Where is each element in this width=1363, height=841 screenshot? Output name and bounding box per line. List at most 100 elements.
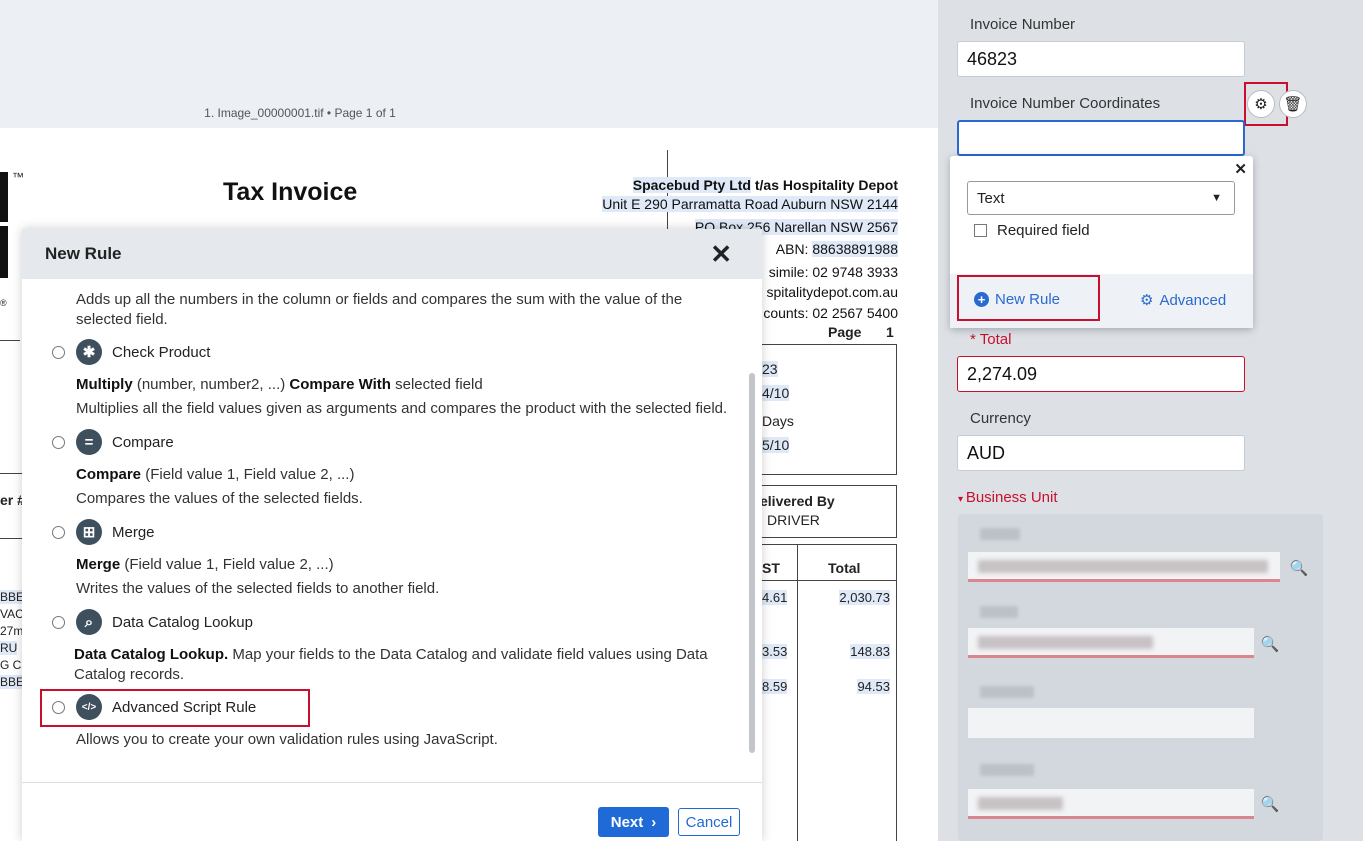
- divider: [667, 150, 668, 240]
- rule: [0, 473, 22, 474]
- rule: [0, 538, 22, 539]
- field-type-select[interactable]: Text ▼: [967, 181, 1235, 215]
- redacted-label: [980, 686, 1034, 698]
- required-label: Required field: [997, 222, 1090, 239]
- rule-description: Allows you to create your own validation…: [76, 731, 498, 748]
- lookup-icon[interactable]: 🔍: [1285, 554, 1313, 582]
- currency-field[interactable]: AUD: [957, 435, 1245, 471]
- redacted-text: [978, 797, 1063, 810]
- registered-mark: ®: [0, 298, 7, 308]
- redacted-field[interactable]: [968, 628, 1254, 658]
- redacted-field[interactable]: [968, 789, 1254, 819]
- left-fragment-row: BBE: [0, 590, 25, 604]
- asterisk-icon: ✱: [76, 339, 102, 365]
- rule-option-merge[interactable]: ⊞ Merge: [52, 519, 155, 545]
- rule-description: Writes the values of the selected fields…: [76, 580, 440, 597]
- caret-down-icon: ▼: [1211, 192, 1222, 204]
- total-label: * Total: [970, 331, 1011, 348]
- left-fragment-row: G C: [0, 658, 22, 672]
- rule: [760, 544, 897, 545]
- rule: [760, 580, 897, 581]
- row2-total: 148.83: [850, 644, 890, 659]
- left-fragment-row: BBE: [0, 675, 25, 689]
- rule-description: Adds up all the numbers in the column or…: [76, 291, 683, 328]
- rule-syntax: Multiply (number, number2, ...) Compare …: [76, 375, 736, 395]
- redacted-field[interactable]: [968, 552, 1280, 582]
- business-unit-toggle[interactable]: ▾ Business Unit: [958, 489, 1058, 506]
- rule: [760, 537, 897, 538]
- invoice-number-partial: 23: [762, 361, 778, 377]
- dialog-footer: Next › Cancel: [22, 782, 762, 841]
- rule-option-data-catalog-lookup[interactable]: ⌕ Data Catalog Lookup: [52, 609, 253, 635]
- scrollbar[interactable]: [749, 373, 755, 753]
- rule-name: Merge: [112, 523, 155, 541]
- rule: [760, 485, 897, 486]
- next-label: Next: [610, 813, 644, 831]
- close-icon[interactable]: ✕: [710, 241, 732, 267]
- rule-name: Compare: [112, 433, 174, 451]
- close-icon[interactable]: ✕: [1234, 160, 1247, 178]
- rule-description: Compares the values of the selected fiel…: [76, 490, 363, 507]
- syntax-keyword: Data Catalog Lookup.: [74, 646, 229, 663]
- total-field[interactable]: 2,274.09: [957, 356, 1245, 392]
- website-line: spitalitydepot.com.au: [766, 284, 898, 300]
- lookup-icon[interactable]: 🔍: [1256, 630, 1284, 658]
- delivered-by-label: elivered By: [760, 493, 835, 509]
- row2-gst: 3.53: [762, 644, 788, 659]
- page-number: 1: [886, 324, 894, 340]
- redacted-field[interactable]: [968, 708, 1254, 738]
- rule-option-check-product[interactable]: ✱ Check Product: [52, 339, 210, 365]
- syntax-args: (number, number2, ...): [132, 376, 290, 393]
- radio-check-product[interactable]: [52, 345, 65, 359]
- radio-data-catalog-lookup[interactable]: [52, 615, 65, 629]
- syntax-keyword: Compare: [76, 466, 142, 483]
- dialog-title: New Rule: [45, 244, 122, 263]
- company-address: Unit E 290 Parramatta Road Auburn NSW 21…: [602, 196, 898, 212]
- rule: [797, 544, 798, 841]
- invoice-number-coordinates-field[interactable]: [957, 120, 1245, 156]
- invoice-title: Tax Invoice: [223, 178, 358, 206]
- trademark-mark: ™: [12, 170, 24, 184]
- fields-panel: Invoice Number 46823 Invoice Number Coor…: [938, 0, 1363, 841]
- rule-name: Check Product: [112, 343, 211, 361]
- delete-icon[interactable]: 🗑: [1279, 90, 1307, 118]
- invoice-number-label: Invoice Number: [970, 16, 1076, 33]
- dialog-header: New Rule ✕: [22, 229, 762, 279]
- required-field-option[interactable]: Required field: [974, 222, 1090, 239]
- row3-total: 94.53: [857, 679, 890, 694]
- redacted-label: [980, 606, 1018, 618]
- row1-gst: 4.61: [762, 590, 788, 605]
- syntax-args: selected field: [390, 376, 483, 393]
- next-button[interactable]: Next ›: [598, 807, 669, 837]
- rule-syntax: Merge (Field value 1, Field value 2, ...…: [76, 555, 736, 575]
- business-unit-group: 🔍 🔍 🔍: [958, 514, 1323, 841]
- accounts-line: counts: 02 2567 5400: [763, 305, 898, 321]
- fax-line: simile: 02 9748 3933: [768, 264, 898, 280]
- rule-options-list[interactable]: Adds up all the numbers in the column or…: [22, 279, 762, 782]
- radio-compare[interactable]: [52, 435, 65, 449]
- left-fragment-row: VAC: [0, 607, 24, 621]
- syntax-keyword: Multiply: [76, 376, 133, 393]
- invoice-number-field[interactable]: 46823: [957, 41, 1245, 77]
- rule-option-compare[interactable]: = Compare: [52, 429, 174, 455]
- rule-description: Multiplies all the field values given as…: [76, 400, 728, 417]
- radio-merge[interactable]: [52, 525, 65, 539]
- redacted-label: [980, 764, 1034, 776]
- search-icon: ⌕: [76, 609, 102, 635]
- advanced-button[interactable]: ⚙ Advanced: [1140, 291, 1226, 310]
- merge-icon: ⊞: [76, 519, 102, 545]
- due-date-partial: 5/10: [762, 437, 790, 453]
- abn-value: 88638891988: [812, 241, 898, 257]
- lookup-icon[interactable]: 🔍: [1256, 790, 1284, 818]
- company-name-line: Spacebud Pty Ltd t/as Hospitality Depot: [632, 177, 898, 193]
- syntax-keyword: Compare With: [289, 376, 391, 393]
- required-checkbox[interactable]: [974, 224, 987, 237]
- image-caption: 1. Image_00000001.tif • Page 1 of 1: [204, 106, 396, 120]
- logo-fragment: [0, 172, 8, 222]
- chevron-right-icon: ›: [651, 813, 657, 831]
- field-type-value: Text: [977, 190, 1005, 207]
- rule: [0, 340, 20, 341]
- highlight-box: [957, 275, 1100, 321]
- cancel-button[interactable]: Cancel: [678, 808, 740, 836]
- highlight-box: [40, 689, 310, 727]
